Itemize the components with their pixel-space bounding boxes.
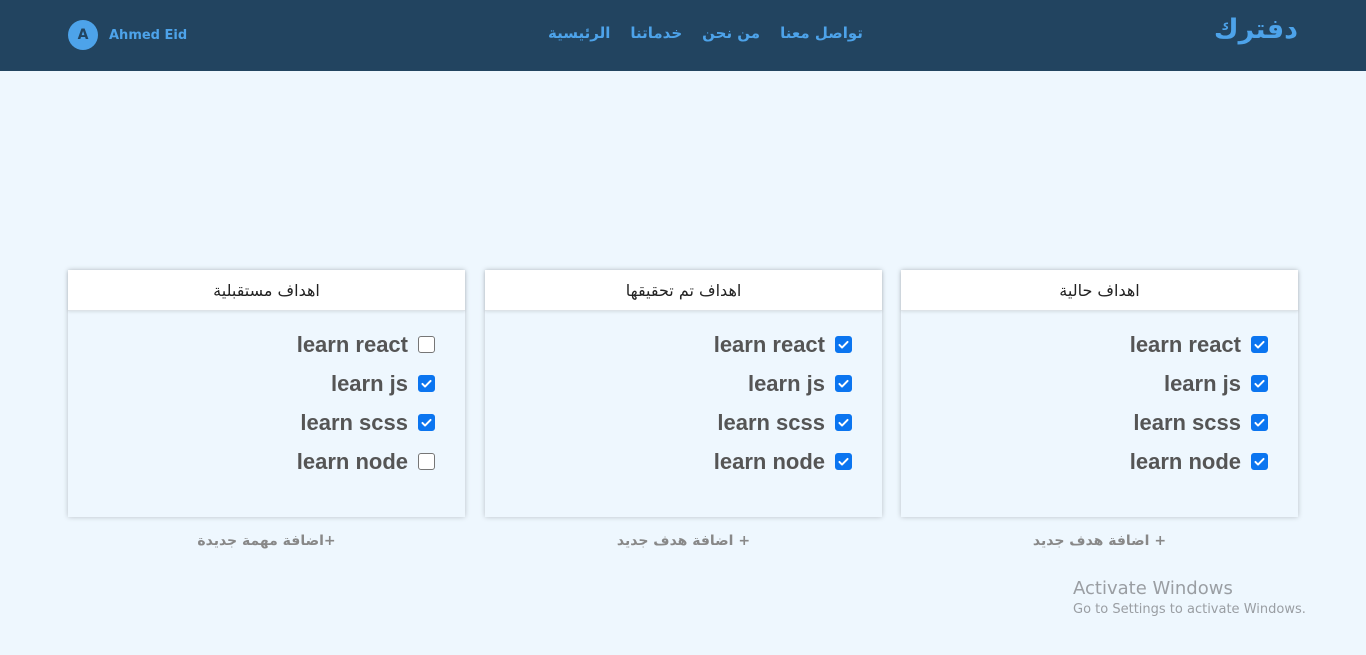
goal-label: learn scss — [717, 409, 825, 435]
goal-item: learn scss — [901, 403, 1268, 442]
goal-checkbox[interactable] — [418, 453, 435, 470]
watermark-title: Activate Windows — [1073, 578, 1233, 599]
goal-item: learn node — [68, 442, 435, 481]
goal-item: learn scss — [68, 403, 435, 442]
goal-label: learn node — [713, 448, 825, 474]
board-current-goals: اهداف حالية learn react learn js learn s… — [901, 270, 1298, 517]
goal-label: learn react — [296, 331, 408, 357]
goal-item: learn node — [901, 442, 1268, 481]
check-icon — [1254, 418, 1265, 427]
board-future-goals: اهداف مستقبلية learn react learn js lear… — [68, 270, 465, 517]
user-menu[interactable]: A Ahmed Eid — [68, 20, 187, 50]
add-task-button[interactable]: +اضافة مهمة جديدة — [68, 533, 465, 549]
goal-item: learn js — [68, 364, 435, 403]
goal-item: learn react — [68, 325, 435, 364]
goal-checkbox[interactable] — [835, 414, 852, 431]
goal-item: learn scss — [485, 403, 852, 442]
check-icon — [838, 457, 849, 466]
goal-item: learn js — [901, 364, 1268, 403]
goal-checkbox[interactable] — [1251, 375, 1268, 392]
goal-checkbox[interactable] — [1251, 453, 1268, 470]
goal-label: learn scss — [300, 409, 408, 435]
goal-item: learn react — [901, 325, 1268, 364]
brand-logo[interactable]: دفترك — [1214, 14, 1298, 45]
board-title: اهداف مستقبلية — [68, 270, 465, 311]
goal-item: learn react — [485, 325, 852, 364]
check-icon — [838, 379, 849, 388]
goal-label: learn scss — [1133, 409, 1241, 435]
goal-list: learn react learn js learn scss learn no… — [485, 311, 882, 481]
check-icon — [1254, 340, 1265, 349]
goal-label: learn js — [1163, 370, 1241, 396]
goal-label: learn js — [747, 370, 825, 396]
check-icon — [421, 418, 432, 427]
nav-link-about[interactable]: من نحن — [702, 24, 760, 42]
check-icon — [838, 340, 849, 349]
goal-label: learn react — [1129, 331, 1241, 357]
check-icon — [421, 379, 432, 388]
goal-list: learn react learn js learn scss learn no… — [68, 311, 465, 481]
goal-checkbox[interactable] — [418, 336, 435, 353]
goal-label: learn js — [330, 370, 408, 396]
goal-item: learn node — [485, 442, 852, 481]
nav-link-contact[interactable]: تواصل معنا — [780, 24, 863, 42]
goal-label: learn node — [296, 448, 408, 474]
goal-label: learn node — [1129, 448, 1241, 474]
check-icon — [838, 418, 849, 427]
nav-link-home[interactable]: الرئيسية — [548, 24, 610, 42]
user-name: Ahmed Eid — [109, 27, 188, 43]
goal-checkbox[interactable] — [835, 453, 852, 470]
add-goal-button[interactable]: + اضافة هدف جديد — [901, 533, 1298, 549]
goal-checkbox[interactable] — [1251, 414, 1268, 431]
check-icon — [1254, 457, 1265, 466]
goal-label: learn react — [713, 331, 825, 357]
board-title: اهداف تم تحقيقها — [485, 270, 882, 311]
check-icon — [1254, 379, 1265, 388]
goal-checkbox[interactable] — [418, 375, 435, 392]
goal-item: learn js — [485, 364, 852, 403]
nav-link-services[interactable]: خدماتنا — [630, 24, 682, 42]
activate-windows-watermark: Activate Windows Go to Settings to activ… — [1073, 578, 1306, 617]
goal-checkbox[interactable] — [835, 336, 852, 353]
add-achieved-goal-button[interactable]: + اضافة هدف جديد — [485, 533, 882, 549]
board-title: اهداف حالية — [901, 270, 1298, 311]
nav-links: الرئيسية خدماتنا من نحن تواصل معنا — [548, 24, 863, 42]
goal-checkbox[interactable] — [1251, 336, 1268, 353]
goal-checkbox[interactable] — [835, 375, 852, 392]
goal-checkbox[interactable] — [418, 414, 435, 431]
avatar: A — [68, 20, 98, 50]
goal-list: learn react learn js learn scss learn no… — [901, 311, 1298, 481]
board-achieved-goals: اهداف تم تحقيقها learn react learn js le… — [485, 270, 882, 517]
navbar: دفترك الرئيسية خدماتنا من نحن تواصل معنا… — [0, 0, 1366, 71]
watermark-subtitle: Go to Settings to activate Windows. — [1073, 602, 1306, 617]
